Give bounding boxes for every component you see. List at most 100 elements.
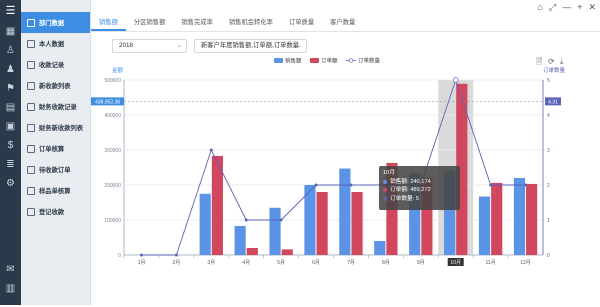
chevron-down-icon: ⌄ [176,43,182,49]
count-dot [383,196,387,201]
orders-dot [383,188,387,193]
tab[interactable]: 订单质量 [281,16,322,31]
menu-item-icon [27,60,35,69]
y2-tick-label: 5 [547,78,550,84]
point-count [209,148,213,152]
menu-item-icon [27,18,35,27]
bar-orders [351,192,363,255]
sidebar: 部门数据本人数据收款记录新收款列表财务收款记录 财务新收款列表订单核算待收款订单样… [21,0,91,305]
menu-item-icon [27,102,35,111]
y2-tick-label: 0 [547,253,550,259]
point-count [174,253,178,257]
tooltip-orders: 订单额: 489,272 [390,187,431,193]
x-tick-label: 8月 [382,260,390,266]
y-tick-label: 0 [118,253,121,259]
sidebar-item[interactable]: 待收款订单 [21,159,90,180]
sidebar-item[interactable]: 本人数据 [21,33,90,54]
sidebar-item[interactable]: 财务新收款列表 [21,117,90,138]
bar-sales [269,207,281,255]
tab[interactable]: 销售完成率 [173,16,220,31]
bar-orders [246,248,258,255]
home-icon[interactable]: ⌂ [538,2,543,13]
download-icon: ⤓ [560,57,564,66]
x-tick-label: 11月 [486,260,496,266]
sidebar-item[interactable]: 登记收款 [21,201,90,222]
window-controls: ⌂ ⤢ — + ✕ [538,2,596,13]
document-icon: 🗎 [536,57,543,66]
x-tick-label: 12月 [520,260,531,266]
app-logo-icon[interactable]: ☰ [0,0,21,20]
bar-sales [234,225,246,255]
y2-tick-label: 4 [547,113,550,119]
chart-tooltip: 10月 销售额: 240,174 订单额: 489,272 订单数量: 5 [379,166,460,210]
bar-orders [491,182,503,255]
bar-orders [316,192,328,255]
app-window: ☰ ▦ ♙ ♟ ⚑ ▤ ▣ $ ≣ ⚙ ✉ ▥ 部门数据本人数据收款记录新收款列表财务收款记录 财务新收… [0,0,600,305]
tab[interactable]: 销售额 [91,16,126,31]
sidebar-item-label: 新收款列表 [39,83,71,90]
bar-orders [281,249,293,255]
list-icon[interactable]: ≣ [0,156,21,172]
mail-icon[interactable]: ✉ [0,261,21,277]
sidebar-item[interactable]: 订单核算 [21,138,90,159]
year-select[interactable]: 2018 ⌄ [112,39,187,53]
tab[interactable]: 客户数量 [322,16,363,31]
close-icon[interactable]: ✕ [588,2,596,13]
maximize-icon[interactable]: + [577,2,582,13]
chart-canvas: 0100000200000300000400000500000012345金额订… [91,57,566,266]
y-axis-title: 金额 [112,66,124,74]
metric-select-value: 新客户年度销售额,订单额,订单数量 [201,42,299,49]
right-pointer-value: 4.31 [548,99,558,105]
bar-orders [526,183,538,255]
bar-sales [199,193,211,255]
minimize-icon[interactable]: — [562,2,571,13]
menu-item-icon [27,165,35,174]
person-icon[interactable]: ♟ [0,61,21,77]
legend-orders: 订单额 [321,57,338,65]
menu-item-icon [27,186,35,195]
tab[interactable]: 分区销售额 [126,16,173,31]
users-icon[interactable]: ♙ [0,42,21,58]
calendar-icon[interactable]: ▣ [0,118,21,134]
sidebar-item[interactable]: 样品单核算 [21,180,90,201]
legend-swatch-count-dot [348,58,354,63]
x-tick-label: 9月 [417,260,425,266]
sidebar-item-label: 订单核算 [39,146,65,153]
building-icon[interactable]: ▥ [0,280,21,296]
year-select-value: 2018 [119,42,134,49]
running-icon[interactable]: ⚑ [0,80,21,96]
sidebar-item[interactable]: 部门数据 [21,12,90,33]
bar-sales [513,178,526,255]
bar-sales [374,241,386,255]
sidebar-item-label: 样品单核算 [39,188,71,195]
sidebar-item-label: 收款记录 [39,62,65,69]
refresh-icon: ⟳ [548,57,555,66]
menu-item-icon [27,207,35,216]
sidebar-item-label: 本人数据 [39,41,65,48]
point-count [279,218,283,222]
x-tick-label: 2月 [172,260,180,266]
legend-swatch-orders [310,58,319,63]
tooltip-sales: 销售额: 240,174 [390,178,431,185]
y2-tick-label: 3 [547,148,550,154]
y2-tick-label: 2 [547,183,550,189]
sidebar-item[interactable]: 新收款列表 [21,75,90,96]
restore-icon[interactable]: ⤢ [549,2,556,13]
icon-rail: ☰ ▦ ♙ ♟ ⚑ ▤ ▣ $ ≣ ⚙ ✉ ▥ [0,0,21,305]
sidebar-item[interactable]: 财务收款记录 [21,96,90,117]
metric-select[interactable]: 新客户年度销售额,订单额,订单数量 ⌄ [194,39,307,53]
sales-dot [383,179,387,184]
settings-icon[interactable]: ⚙ [0,175,21,191]
x-tick-label: 4月 [242,260,250,266]
dollar-icon[interactable]: $ [0,137,21,153]
document-icon[interactable]: ▤ [0,99,21,115]
dashboard-icon[interactable]: ▦ [0,23,21,39]
point-count [452,77,459,83]
bar-sales [478,196,491,255]
x-tick-label: 7月 [347,260,355,266]
sidebar-item[interactable]: 收款记录 [21,54,90,75]
y-tick-label: 200000 [104,183,121,189]
tab[interactable]: 销售机会转化率 [221,16,281,31]
y2-axis-title: 订单数量 [543,66,566,74]
point-count [524,183,527,187]
